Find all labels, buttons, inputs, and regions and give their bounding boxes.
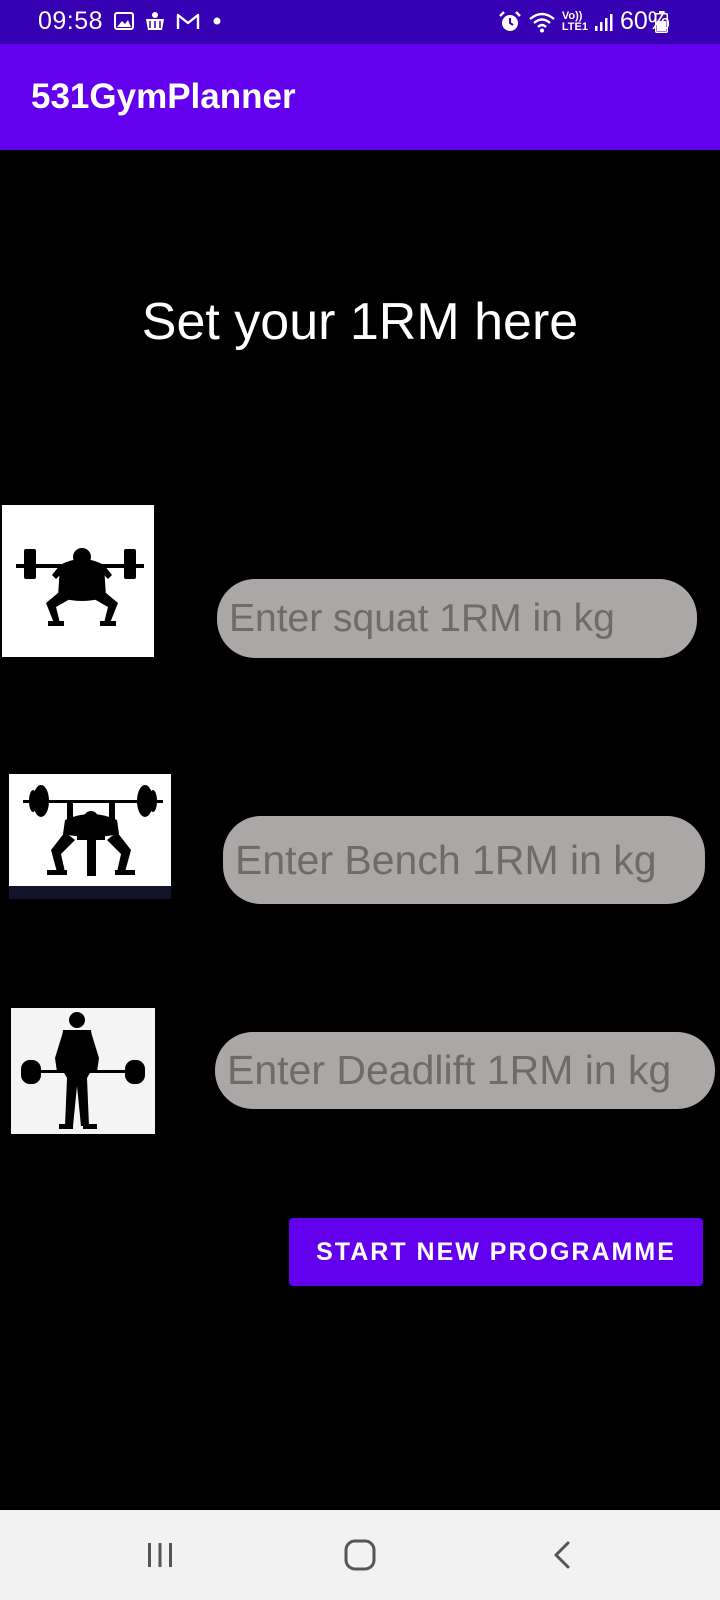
volte-lte-icon: Vo)) LTE1 bbox=[561, 9, 588, 33]
battery-icon bbox=[655, 11, 668, 33]
gmail-icon bbox=[176, 13, 200, 29]
home-button[interactable] bbox=[330, 1530, 390, 1580]
squat-silhouette-icon bbox=[16, 548, 144, 626]
start-new-programme-button[interactable]: START NEW PROGRAMME bbox=[289, 1218, 703, 1286]
navigation-bar bbox=[0, 1510, 720, 1600]
app-title: 531GymPlanner bbox=[31, 77, 296, 116]
status-bar: 09:58 Vo)) LTE1 60% bbox=[0, 0, 720, 44]
status-time: 09:58 bbox=[38, 7, 104, 35]
lte-label: LTE1 bbox=[561, 20, 588, 33]
bench-press-silhouette-icon bbox=[9, 785, 171, 899]
recent-apps-icon bbox=[148, 1543, 172, 1567]
app-screen: 09:58 Vo)) LTE1 60% 531GymPlanner Set yo… bbox=[0, 0, 720, 1600]
deadlift-silhouette-icon bbox=[21, 1012, 145, 1129]
deadlift-1rm-input[interactable] bbox=[215, 1032, 715, 1109]
squat-1rm-input[interactable] bbox=[217, 579, 697, 658]
back-button[interactable] bbox=[533, 1530, 593, 1580]
page-heading: Set your 1RM here bbox=[141, 293, 579, 351]
home-icon bbox=[344, 1539, 376, 1571]
bench-image bbox=[9, 774, 171, 899]
wifi-icon bbox=[529, 12, 555, 32]
more-dot-icon bbox=[213, 17, 221, 25]
squat-image bbox=[2, 505, 154, 657]
back-icon bbox=[554, 1541, 570, 1569]
notification-icons bbox=[114, 10, 225, 32]
signal-icon bbox=[594, 13, 613, 31]
status-right-group: Vo)) LTE1 60% bbox=[498, 7, 670, 36]
deadlift-image bbox=[11, 1008, 155, 1134]
recent-apps-button[interactable] bbox=[130, 1530, 190, 1580]
app-notification-icon bbox=[146, 12, 164, 30]
alarm-icon bbox=[499, 10, 521, 31]
bench-1rm-input[interactable] bbox=[223, 816, 705, 904]
volte-label: Vo)) bbox=[561, 9, 583, 22]
gallery-icon bbox=[114, 12, 134, 30]
app-bar: 531GymPlanner bbox=[0, 44, 720, 150]
